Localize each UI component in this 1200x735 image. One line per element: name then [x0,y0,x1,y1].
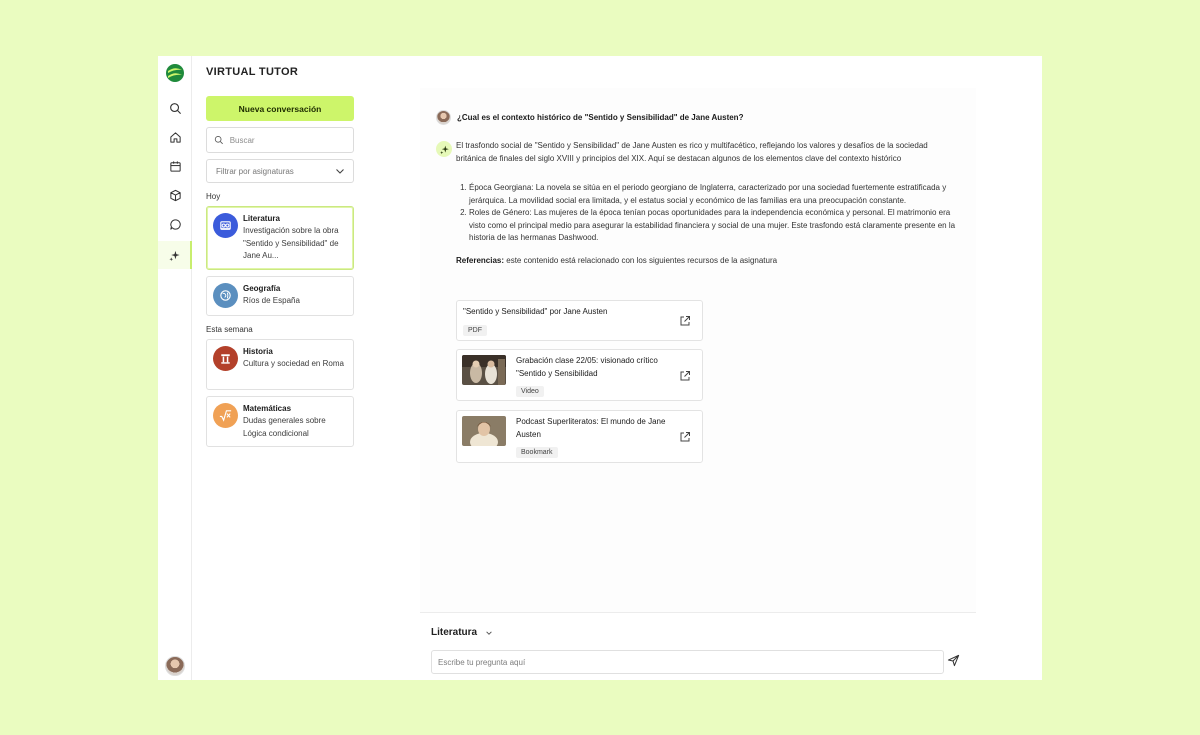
chat-bubble-icon [169,218,181,230]
tutor-answer: El trasfondo social de "Sentido y Sensib… [456,140,956,267]
references-line: Referencias: este contenido está relacio… [456,255,956,268]
app-window: VIRTUAL TUTOR Nueva conversación Filtrar… [158,56,1042,680]
cube-icon [169,189,181,201]
references-label: Referencias: [456,255,505,265]
subject-filter-label: Filtrar por asignaturas [216,166,294,176]
question-input[interactable] [431,650,944,674]
user-question-text: ¿Cual es el contexto histórico de "Senti… [457,113,744,122]
rail-home-button[interactable] [158,123,192,151]
video-thumbnail [462,355,506,385]
home-icon [169,131,181,143]
send-button[interactable] [947,654,963,670]
resource-type-badge: Bookmark [516,447,558,458]
answer-point: Roles de Género: Las mujeres de la época… [469,207,956,245]
section-label-today: Hoy [206,192,221,201]
conversation-subtitle: Dudas generales sobre Lógica condicional [243,416,326,438]
chevron-down-icon [336,169,344,174]
subject-selector[interactable]: Literatura [431,627,493,638]
user-message: ¿Cual es el contexto histórico de "Senti… [436,110,743,125]
top-bar: VIRTUAL TUTOR [192,56,1042,88]
resource-title: "Sentido y Sensibilidad" por Jane Austen [463,307,608,316]
logo-icon [166,64,184,82]
rail-search-button[interactable] [158,94,192,122]
podcast-thumbnail [462,416,506,446]
conversation-subtitle: Cultura y sociedad en Roma [243,359,344,368]
conversation-item-literatura[interactable]: Literatura Investigación sobre la obra "… [206,206,354,270]
search-box [206,127,354,153]
resource-title: Podcast Superliteratos: El mundo de Jane… [516,417,666,439]
subject-filter-dropdown[interactable]: Filtrar por asignaturas [206,159,354,183]
search-input[interactable] [229,135,346,145]
conversation-sidebar: Nueva conversación Filtrar por asignatur… [192,88,420,680]
conversation-item-geografia[interactable]: Geografía Ríos de España [206,276,354,316]
right-margin [976,88,1042,680]
conversation-title: Geografía [243,284,281,293]
subject-selector-label: Literatura [431,627,478,638]
resource-type-badge: Video [516,386,544,397]
search-icon [169,102,181,114]
conversation-subtitle: Ríos de España [243,296,300,305]
message-composer: Literatura [420,612,976,680]
external-link-icon[interactable] [679,315,691,327]
answer-points-list: Época Georgiana: La novela se sitúa en e… [456,182,956,245]
section-label-week: Esta semana [206,325,253,334]
resource-card-video[interactable]: Grabación clase 22/05: visionado crítico… [456,349,703,401]
tutor-avatar [436,141,452,157]
resource-title: Grabación clase 22/05: visionado crítico… [516,356,658,378]
search-icon [214,135,223,145]
conversation-subtitle: Investigación sobre la obra "Sentido y S… [243,226,339,260]
book-icon [213,213,238,238]
rail-tutor-button[interactable] [158,241,192,269]
resource-card-bookmark[interactable]: Podcast Superliteratos: El mundo de Jane… [456,410,703,463]
conversation-title: Historia [243,347,273,356]
external-link-icon[interactable] [679,370,691,382]
conversation-title: Matemáticas [243,404,292,413]
chat-panel: ¿Cual es el contexto histórico de "Senti… [420,88,976,680]
conversation-item-matematicas[interactable]: Matemáticas Dudas generales sobre Lógica… [206,396,354,447]
column-icon [213,346,238,371]
conversation-item-historia[interactable]: Historia Cultura y sociedad en Roma [206,339,354,390]
sparkle-icon [439,145,449,154]
answer-intro: El trasfondo social de "Sentido y Sensib… [456,141,928,163]
sqrt-icon [213,403,238,428]
rail-calendar-button[interactable] [158,152,192,180]
answer-point: Época Georgiana: La novela se sitúa en e… [469,182,956,207]
conversation-title: Literatura [243,214,280,223]
send-icon [947,654,960,667]
resource-card-pdf[interactable]: "Sentido y Sensibilidad" por Jane Austen… [456,300,703,341]
references-text: este contenido está relacionado con los … [504,255,778,265]
sparkle-icon [168,250,180,261]
globe-icon [213,283,238,308]
rail-resources-button[interactable] [158,181,192,209]
chat-transcript: ¿Cual es el contexto histórico de "Senti… [420,88,976,612]
user-message-avatar [436,110,451,125]
rail-chat-button[interactable] [158,210,192,238]
icon-rail [158,56,192,680]
new-conversation-button[interactable]: Nueva conversación [206,96,354,121]
calendar-icon [169,160,181,172]
user-avatar[interactable] [165,656,185,676]
chevron-down-icon [486,630,492,635]
external-link-icon[interactable] [679,431,691,443]
resource-type-badge: PDF [463,324,487,336]
app-title: VIRTUAL TUTOR [206,66,299,78]
